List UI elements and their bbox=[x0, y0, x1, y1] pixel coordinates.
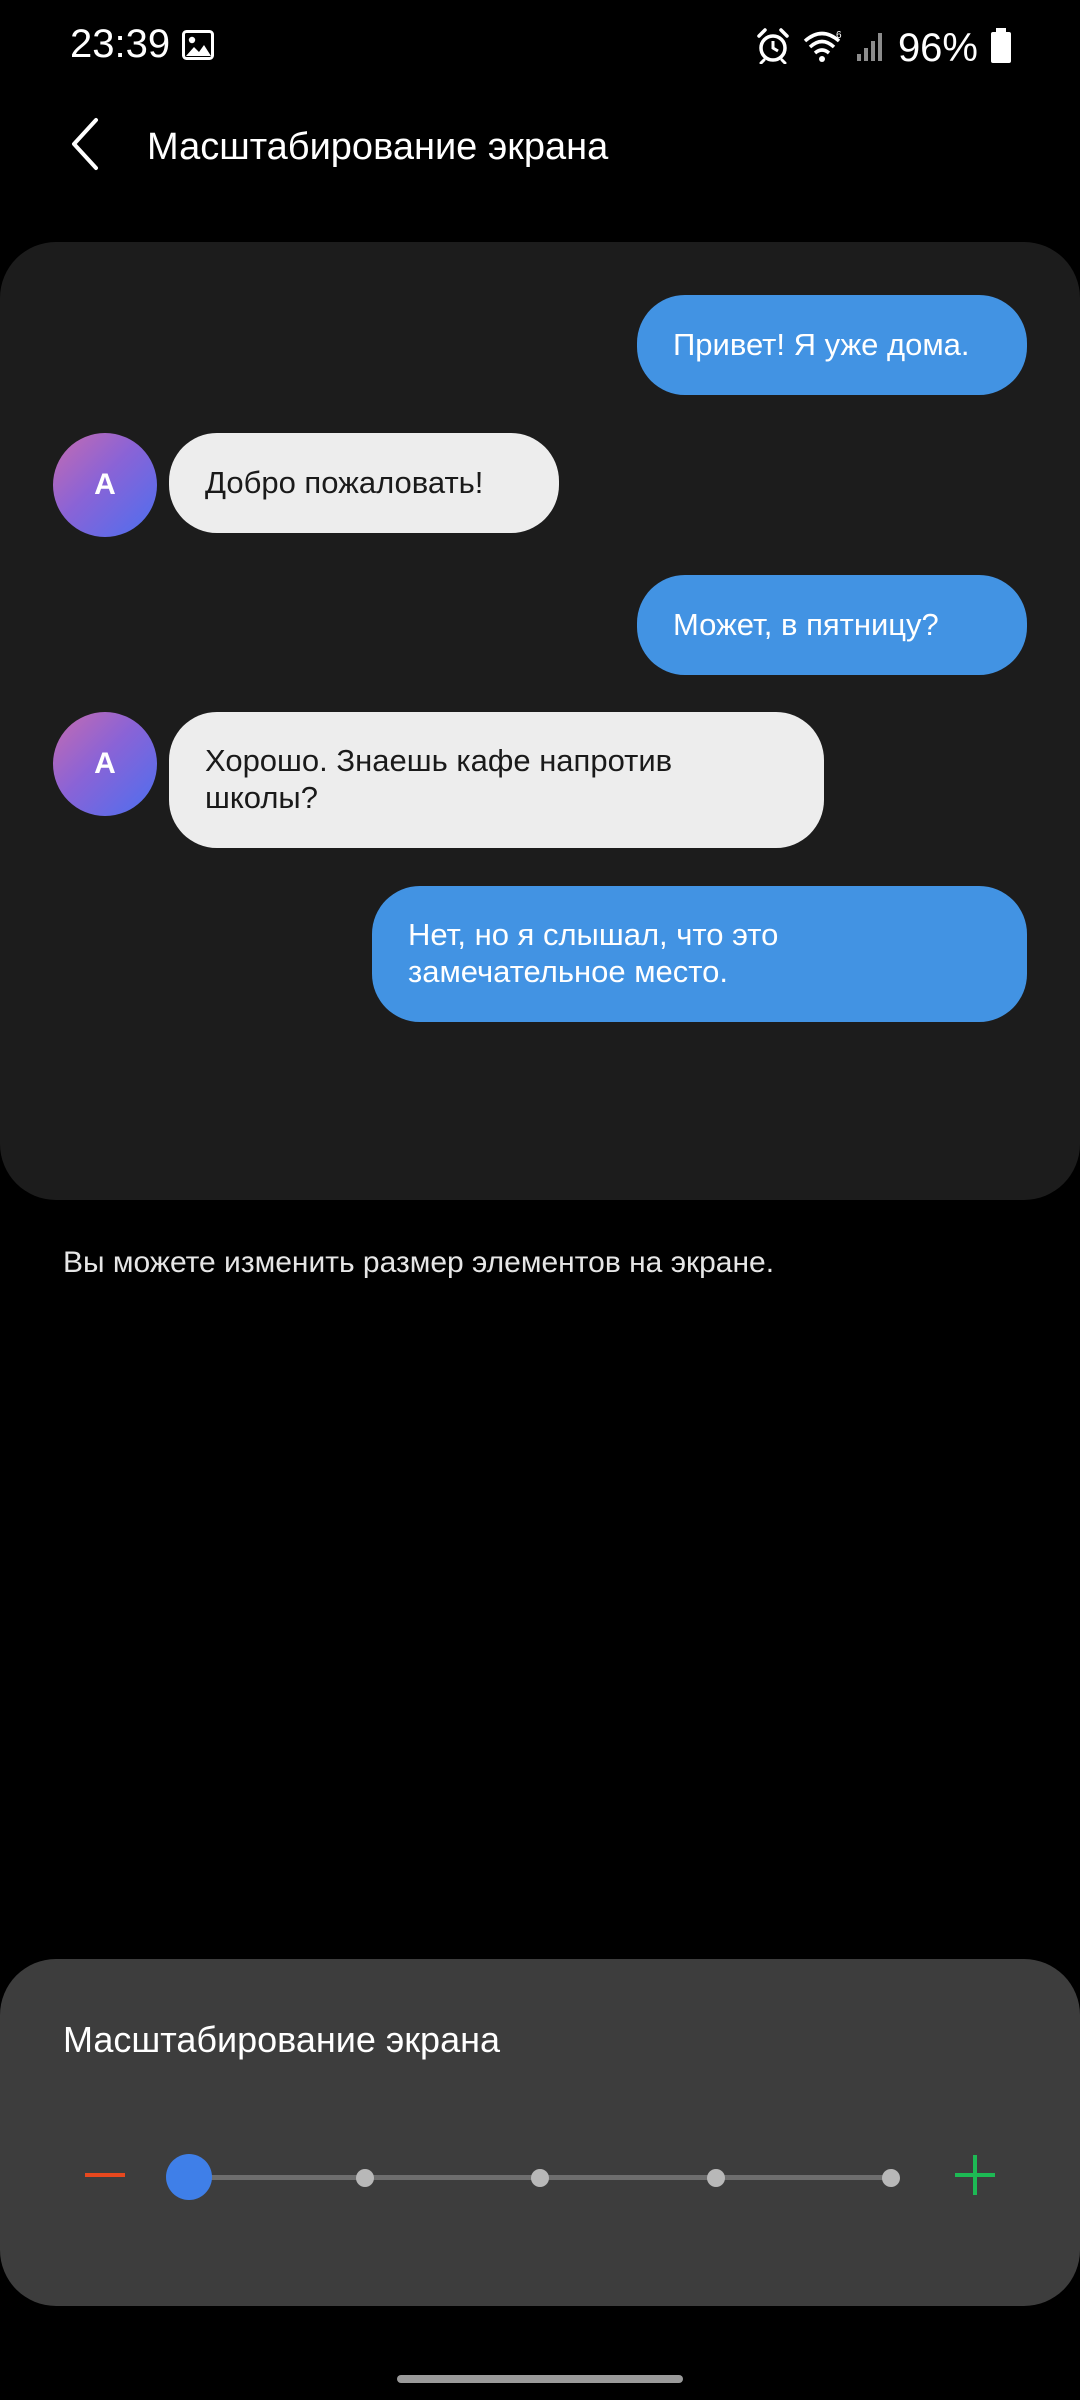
alarm-icon bbox=[756, 27, 790, 69]
message-bubble-outgoing: Может, в пятницу? bbox=[637, 575, 1027, 675]
preview-card: Привет! Я уже дома. A Добро пожаловать! … bbox=[0, 242, 1080, 1200]
chevron-left-icon bbox=[68, 116, 100, 177]
plus-icon bbox=[953, 2153, 997, 2202]
message-bubble-incoming: Хорошо. Знаешь кафе напротив школы? bbox=[169, 712, 824, 848]
slider-step[interactable] bbox=[355, 2169, 374, 2187]
zoom-in-button[interactable] bbox=[950, 2152, 1000, 2202]
message-text: Может, в пятницу? bbox=[673, 607, 939, 642]
message-text: Хорошо. Знаешь кафе напротив школы? bbox=[205, 743, 673, 815]
zoom-panel-title: Масштабирование экрана bbox=[63, 2019, 500, 2060]
avatar: A bbox=[53, 433, 157, 537]
gallery-icon bbox=[182, 30, 214, 60]
slider-step[interactable] bbox=[706, 2169, 725, 2187]
message-bubble-incoming: Добро пожаловать! bbox=[169, 433, 559, 533]
message-bubble-outgoing: Нет, но я слышал, что это замечательное … bbox=[372, 886, 1027, 1022]
battery-icon bbox=[990, 27, 1012, 69]
avatar-initial: A bbox=[94, 747, 116, 780]
message-text: Привет! Я уже дома. bbox=[673, 327, 970, 362]
zoom-panel: Масштабирование экрана bbox=[0, 1959, 1080, 2306]
slider-step[interactable] bbox=[882, 2169, 900, 2187]
message-text: Добро пожаловать! bbox=[205, 465, 484, 500]
home-indicator[interactable] bbox=[397, 2375, 683, 2383]
svg-text:6: 6 bbox=[836, 30, 842, 41]
message-text: Нет, но я слышал, что это замечательное … bbox=[408, 917, 779, 989]
description-text: Вы можете изменить размер элементов на э… bbox=[63, 1246, 775, 1279]
status-bar: 23:39 6 96% bbox=[0, 0, 1080, 96]
message-bubble-outgoing: Привет! Я уже дома. bbox=[637, 295, 1027, 395]
page-title: Масштабирование экрана bbox=[147, 126, 609, 168]
minus-icon bbox=[83, 2153, 127, 2202]
status-time: 23:39 bbox=[70, 22, 171, 66]
signal-icon bbox=[856, 30, 886, 67]
slider-thumb[interactable] bbox=[166, 2154, 212, 2200]
slider-step[interactable] bbox=[531, 2169, 549, 2187]
status-icons: 6 96% bbox=[756, 22, 1012, 74]
battery-percent: 96% bbox=[897, 25, 978, 70]
avatar-initial: A bbox=[94, 468, 116, 501]
zoom-out-button[interactable] bbox=[80, 2152, 130, 2202]
zoom-slider[interactable] bbox=[166, 2147, 900, 2207]
avatar: A bbox=[53, 712, 157, 816]
app-bar: Масштабирование экрана bbox=[0, 96, 1080, 206]
back-button[interactable] bbox=[56, 114, 112, 178]
wifi-icon: 6 bbox=[802, 28, 844, 69]
